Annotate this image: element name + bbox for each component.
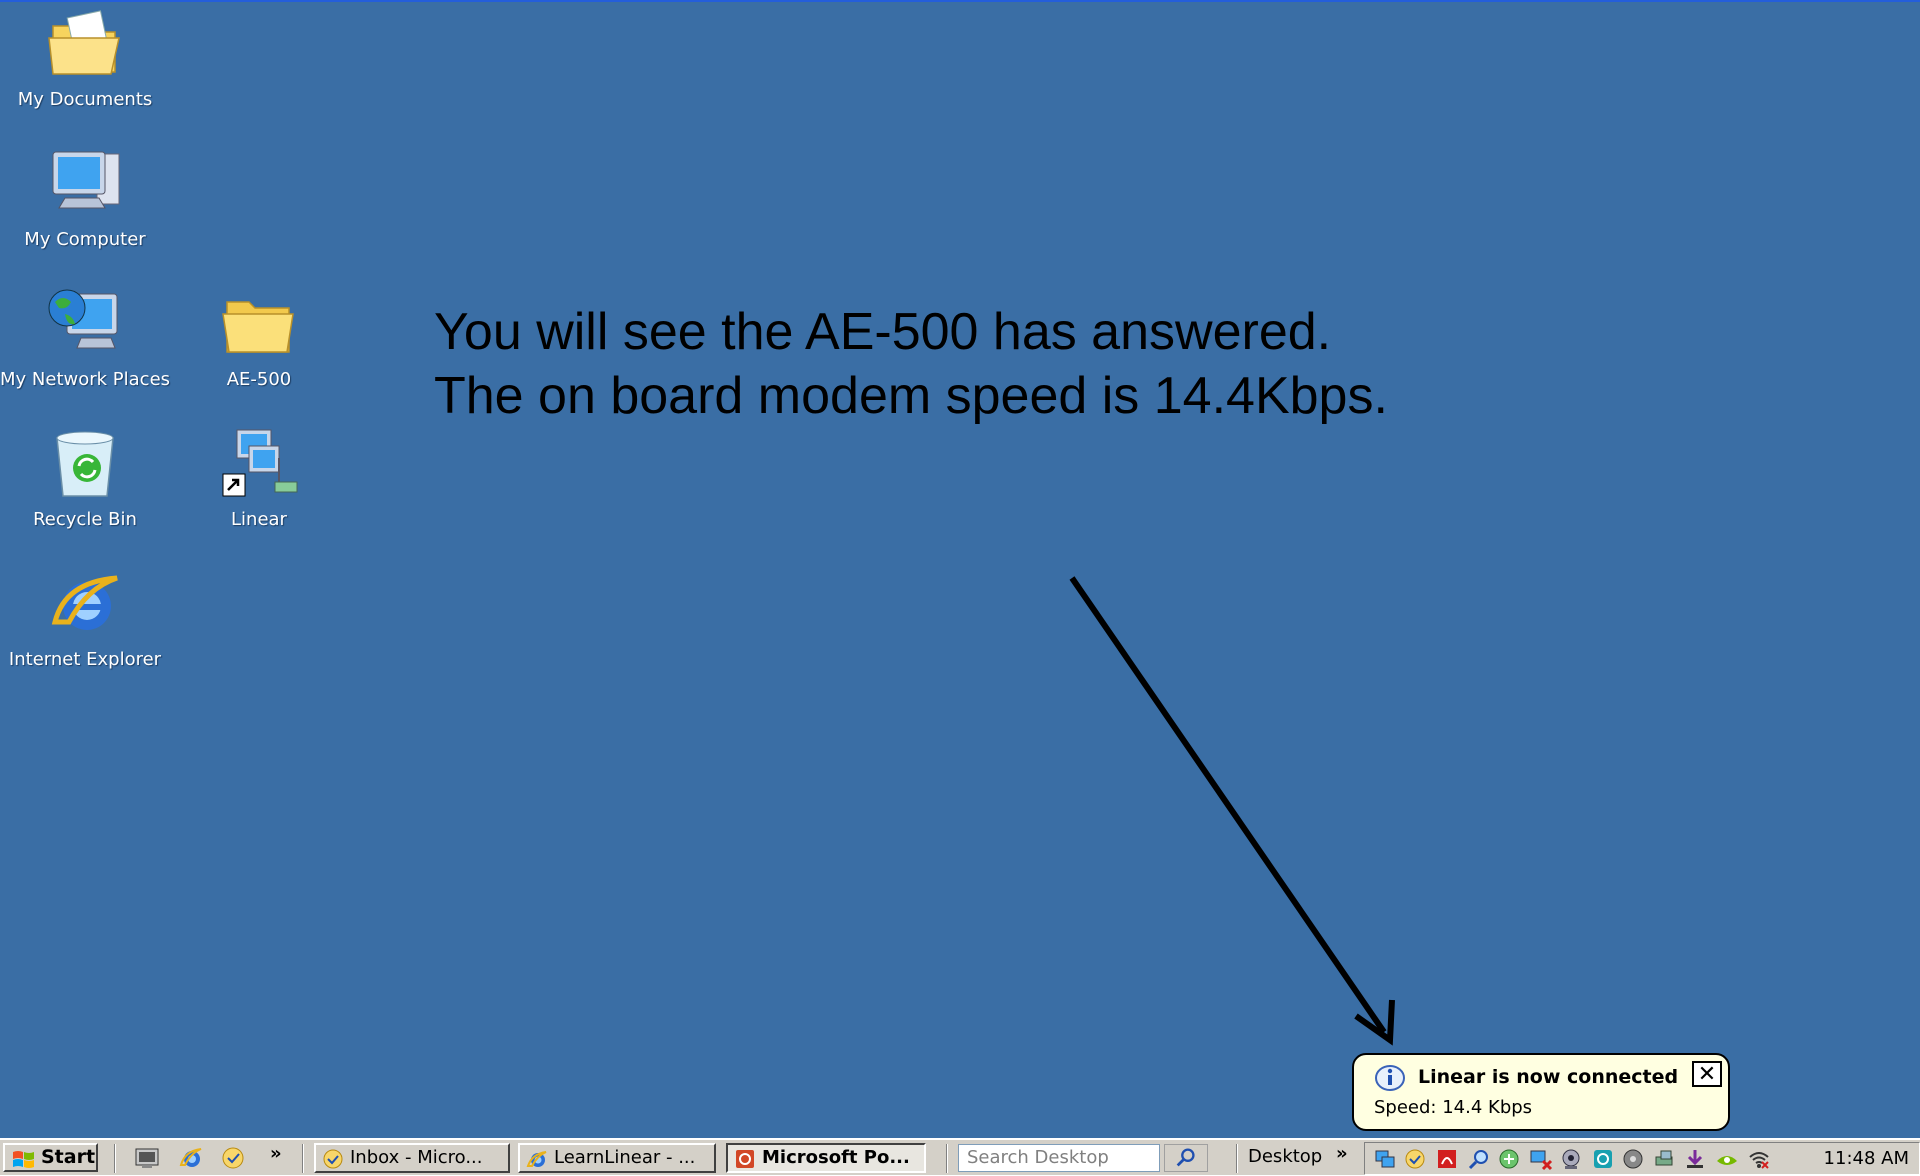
balloon-title: Linear is now connected xyxy=(1418,1066,1679,1088)
webcam-tray-icon[interactable] xyxy=(1559,1147,1583,1171)
folder-icon xyxy=(219,284,299,364)
network-disconnected-tray-icon[interactable] xyxy=(1529,1147,1553,1171)
desktop-toolbar-label[interactable]: Desktop xyxy=(1248,1146,1322,1167)
show-desktop-icon[interactable] xyxy=(134,1145,160,1171)
task-button-learnlinear[interactable]: LearnLinear - ... xyxy=(518,1143,716,1173)
internet-explorer-icon xyxy=(45,564,125,644)
system-tray: 11:48 AM xyxy=(1364,1142,1920,1175)
desktop: My Documents My Computer My Network Plac… xyxy=(0,0,1920,1175)
task-label: Microsoft Po... xyxy=(762,1147,910,1168)
task-label: LearnLinear - ... xyxy=(554,1147,696,1168)
close-icon: ✕ xyxy=(1697,1062,1717,1087)
desktop-icon-my-computer[interactable]: My Computer xyxy=(0,144,170,250)
desktop-icon-recycle-bin[interactable]: Recycle Bin xyxy=(0,424,170,530)
taskbar-separator xyxy=(1236,1144,1238,1173)
outlook-quicklaunch-icon[interactable] xyxy=(220,1145,246,1171)
search-desktop-input[interactable]: Search Desktop xyxy=(958,1144,1160,1172)
icon-label: My Network Places xyxy=(0,369,171,390)
task-button-inbox[interactable]: Inbox - Micro... xyxy=(314,1143,510,1173)
disc-tray-icon[interactable] xyxy=(1621,1147,1645,1171)
annotation-line-1: You will see the AE-500 has answered. xyxy=(434,303,1332,361)
desktop-icon-internet-explorer[interactable]: Internet Explorer xyxy=(0,564,170,670)
desktop-icon-my-documents[interactable]: My Documents xyxy=(0,4,170,110)
taskbar-separator xyxy=(302,1144,304,1173)
desktop-icon-my-network-places[interactable]: My Network Places xyxy=(0,284,170,390)
quicklaunch-more-chevron[interactable]: » xyxy=(270,1143,282,1164)
icon-label: My Documents xyxy=(17,89,153,110)
computer-icon xyxy=(45,144,125,224)
devices-tray-icon[interactable] xyxy=(1653,1147,1677,1171)
download-tray-icon[interactable] xyxy=(1683,1147,1707,1171)
powerpoint-icon xyxy=(736,1150,754,1168)
icon-label: My Computer xyxy=(24,229,146,250)
desktop-toolbar-more-chevron[interactable]: » xyxy=(1336,1143,1348,1164)
taskbar: Start » Inbox - Micro... LearnLinear - .… xyxy=(0,1138,1920,1175)
task-label: Inbox - Micro... xyxy=(350,1147,483,1168)
start-label: Start xyxy=(41,1146,96,1168)
recycle-bin-icon xyxy=(45,424,125,504)
search-button[interactable] xyxy=(1164,1144,1208,1172)
icon-label: AE-500 xyxy=(226,369,292,390)
taskbar-separator xyxy=(946,1144,948,1173)
icon-label: Internet Explorer xyxy=(8,649,162,670)
icon-label: Linear xyxy=(231,509,287,530)
acrobat-tray-icon[interactable] xyxy=(1435,1147,1459,1171)
folder-documents-icon xyxy=(45,4,125,84)
network-globe-icon xyxy=(45,284,125,364)
wireless-tray-icon[interactable] xyxy=(1747,1147,1771,1171)
clock[interactable]: 11:48 AM xyxy=(1824,1148,1909,1169)
windows-flag-icon xyxy=(13,1151,34,1168)
outlook-icon xyxy=(323,1149,343,1169)
tutorial-annotation: You will see the AE-500 has answered. Th… xyxy=(434,300,1388,428)
task-button-powerpoint[interactable]: Microsoft Po... xyxy=(726,1143,926,1173)
connection-balloon-tooltip[interactable]: Linear is now connected Speed: 14.4 Kbps… xyxy=(1352,1053,1730,1131)
taskbar-separator xyxy=(114,1144,116,1173)
search-icon xyxy=(1176,1148,1195,1167)
annotation-arrow xyxy=(1069,576,1395,1046)
annotation-line-2: The on board modem speed is 14.4Kbps. xyxy=(434,367,1388,425)
close-button[interactable]: ✕ xyxy=(1692,1061,1722,1087)
magnifier-tray-icon[interactable] xyxy=(1467,1147,1491,1171)
ie-quicklaunch-icon[interactable] xyxy=(178,1145,204,1171)
desktop-icon-linear[interactable]: Linear xyxy=(174,424,344,530)
outlook-tray-icon[interactable] xyxy=(1403,1147,1427,1171)
balloon-speed-text: Speed: 14.4 Kbps xyxy=(1374,1097,1533,1118)
icon-label: Recycle Bin xyxy=(33,509,137,530)
info-icon xyxy=(1375,1065,1405,1091)
dialup-tray-icon[interactable] xyxy=(1373,1147,1397,1171)
security-tray-icon[interactable] xyxy=(1591,1147,1615,1171)
desktop-icon-ae-500[interactable]: AE-500 xyxy=(174,284,344,390)
ie-icon xyxy=(526,1151,547,1167)
nvidia-tray-icon[interactable] xyxy=(1715,1147,1739,1171)
network-status-tray-icon[interactable] xyxy=(1497,1147,1521,1171)
dialup-connection-icon xyxy=(219,424,299,504)
start-button[interactable]: Start xyxy=(3,1143,98,1172)
